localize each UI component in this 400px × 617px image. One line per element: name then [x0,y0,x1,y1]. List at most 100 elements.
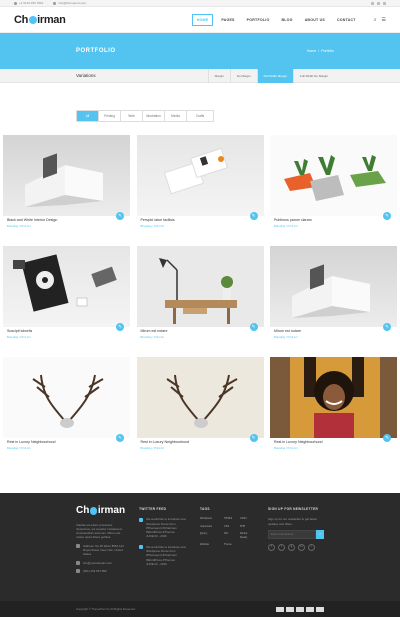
main-nav: HOME PAGES PORTFOLIO BLOG ABOUT US CONTA… [191,13,386,26]
card-image-woman[interactable] [270,357,397,438]
card-categories[interactable]: Branding / Print Art [7,224,126,228]
googleplus-icon[interactable] [383,1,386,5]
card-categories[interactable]: Branding / Print Art [274,224,393,228]
portfolio-card[interactable]: Mirum est notare Branding / Print Art ✎ [136,246,264,349]
card-image-plants[interactable] [270,135,397,216]
newsletter-submit-button[interactable]: › [316,529,324,539]
link-icon[interactable]: ✎ [383,212,391,220]
breadcrumb-home[interactable]: Home [307,49,316,53]
link-icon[interactable]: ✎ [116,323,124,331]
link-icon[interactable]: ✎ [116,434,124,442]
portfolio-card[interactable]: Mirum est notare Branding / Print Art ✎ [270,246,397,349]
tag-item[interactable]: CSS [224,525,238,529]
card-title[interactable]: Publimus parum claram [274,218,393,222]
nav-blog[interactable]: BLOG [277,15,296,25]
card-image-magazine[interactable] [3,135,130,216]
link-icon[interactable]: ✎ [116,212,124,220]
portfolio-card[interactable]: Black and White Interior Design Branding … [3,135,130,238]
card-title[interactable]: Perspici iatue facilisis [141,218,260,222]
tag-item[interactable]: API [224,532,238,541]
card-categories[interactable]: Branding / Print Art [7,446,126,450]
filter-web[interactable]: Web [121,111,143,121]
nav-home[interactable]: HOME [191,13,214,26]
rss-icon[interactable]: r [308,543,315,551]
card-title[interactable]: Rest in Luxury Neighbourhood [7,440,126,444]
portfolio-card[interactable]: Rest in Luxury Neighbourhood Branding / P… [270,357,397,460]
tweet-text[interactable]: We would like to introduce new Wordpress… [146,545,186,562]
card-title[interactable]: Rest in Luxury Neighbourhood [274,440,393,444]
link-icon[interactable]: ✎ [249,434,258,442]
portfolio-card[interactable]: Rest in Luxury Neighbourhood Branding / P… [3,357,130,460]
mail-icon [76,560,80,565]
card-title[interactable]: Rest in Luxury Neighbourhood [141,440,260,444]
linkedin-icon[interactable]: in [298,543,305,551]
facebook-icon[interactable]: f [268,543,275,551]
card-categories[interactable]: Branding / Print Art [7,335,126,339]
tag-item[interactable]: Wordpress [200,517,222,521]
variation-tab-full-width-no-margin[interactable]: Full Width No Margin [292,68,334,83]
card-categories[interactable]: Branding / Print Art [274,335,393,339]
twitter-icon[interactable]: t [278,543,285,551]
filter-media[interactable]: Media [165,111,187,121]
variation-tab-no-margin[interactable]: No Margin [229,68,257,83]
page-title-bar: PORTFOLIO Home / Portfolio [0,33,400,69]
search-icon[interactable]: ⌕ [374,17,377,23]
portfolio-card[interactable]: Rest in Luxury Neighbourhood Branding / P… [136,357,264,460]
paypal-icon [296,606,304,612]
variation-tab-full-width-margin[interactable]: Full Width Margin [256,68,293,83]
tag-item[interactable]: HTML5 [224,517,238,521]
link-icon[interactable]: ✎ [249,212,258,220]
card-title[interactable]: Mirum est notare [274,329,393,333]
filter-printing[interactable]: Printing [99,111,121,121]
filter-crafts[interactable]: Crafts [187,111,213,121]
card-image-antlers[interactable] [3,357,130,438]
nav-contact[interactable]: CONTACT [333,15,360,25]
link-icon[interactable]: ✎ [383,434,391,442]
card-image-desk-lamp[interactable] [136,246,264,327]
twitter-icon[interactable] [377,1,380,5]
tag-item[interactable]: responsive [200,525,222,529]
variation-tab-margin[interactable]: Margin [207,68,230,83]
mastercard-icon [286,606,294,612]
card-title[interactable]: Mirum est notare [141,329,260,333]
tag-item[interactable]: jQuery [200,532,222,541]
header-icons: ⌕ ☰ [374,17,386,23]
tag-item[interactable]: Theme [224,543,238,547]
card-categories[interactable]: Branding / Print Art [141,446,260,450]
portfolio-card[interactable]: Perspici iatue facilisis Branding / Print… [136,135,264,238]
card-title[interactable]: Black and White Interior Design [7,218,126,222]
copyright: Copyright © ThemePort.Co All Rights Rese… [76,607,136,611]
card-title[interactable]: Suscipit lobortis [7,329,126,333]
filter-all[interactable]: All [77,111,99,121]
tag-item[interactable]: Website [200,543,222,547]
nav-about-us[interactable]: ABOUT US [301,15,329,25]
tag-item[interactable]: PHP [240,525,254,529]
card-categories[interactable]: Branding / Print Art [141,335,260,339]
card-categories[interactable]: Branding / Print Art [141,224,260,228]
footer-logo[interactable]: Ch irman [76,505,125,516]
card-image-antlers[interactable] [136,357,264,438]
amex-icon [306,606,314,612]
link-icon[interactable]: ✎ [383,323,391,331]
tweet-text[interactable]: We would like to introduce new Wordpress… [146,517,186,534]
card-image-desk-items[interactable] [3,246,130,327]
link-icon[interactable]: ✎ [249,323,258,331]
tag-item[interactable]: CSS3 [240,517,254,521]
newsletter-email-input[interactable]: Enter email address... [268,529,316,539]
topbar-email[interactable]: info@themeport.com [53,1,86,5]
card-image-magazine[interactable] [270,246,397,327]
portfolio-card[interactable]: Suscipit lobortis Branding / Print Art ✎ [3,246,130,349]
footer-newsletter: SIGN UP FOR NEWSLETTER Sign up for our n… [268,507,324,573]
nav-pages[interactable]: PAGES [217,15,238,25]
menu-icon[interactable]: ☰ [382,17,386,23]
site-logo[interactable]: Ch irman [14,14,66,26]
card-image-business-cards[interactable] [136,135,264,216]
portfolio-card[interactable]: Publimus parum claram Branding / Print Ar… [270,135,397,238]
facebook-icon[interactable] [371,1,374,5]
tag-item[interactable]: Retina Ready [240,532,254,541]
filter-illustration[interactable]: Illustration [143,111,165,121]
card-categories[interactable]: Branding / Print Art [274,446,393,450]
nav-portfolio[interactable]: PORTFOLIO [243,15,274,25]
footer-email[interactable]: info@yourdomain.com [76,561,125,565]
googleplus-icon[interactable]: g [288,543,295,551]
